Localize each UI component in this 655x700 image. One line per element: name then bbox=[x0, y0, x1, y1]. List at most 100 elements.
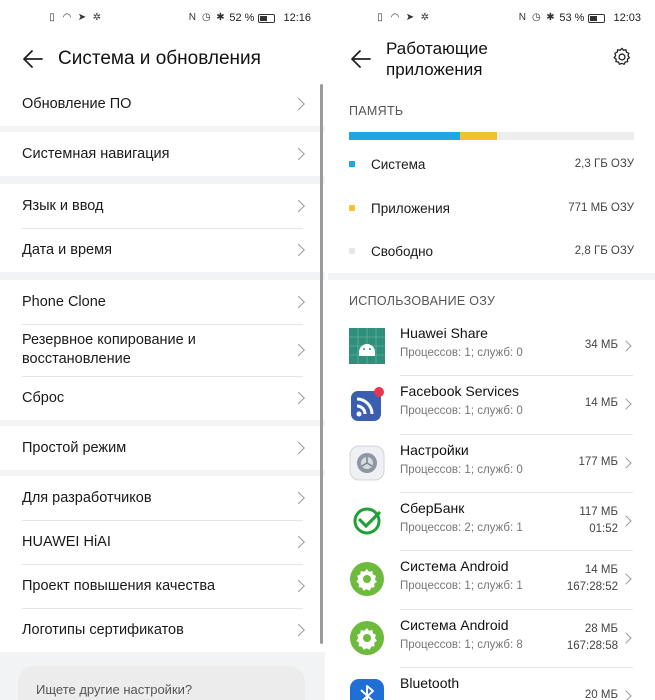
settings-item-label: Простой режим bbox=[22, 440, 127, 456]
running-app-row[interactable]: Huawei Share Процессов: 1; служб: 0 34 МБ bbox=[328, 317, 655, 375]
app-process-info: Процессов: 1; служб: 0 bbox=[400, 347, 523, 359]
bluetooth-status-icon: ✱ bbox=[216, 12, 225, 23]
telegram-icon: ➤ bbox=[77, 12, 87, 23]
settings-item[interactable]: Простой режим bbox=[0, 426, 325, 470]
running-app-row[interactable]: Facebook Services Процессов: 1; служб: 0 1… bbox=[328, 375, 655, 433]
telegram-icon: ➤ bbox=[405, 12, 415, 23]
settings-group: Язык и ввод Дата и время bbox=[0, 184, 325, 272]
running-app-row[interactable]: Настройки Процессов: 1; служб: 0 177 МБ bbox=[328, 433, 655, 492]
running-app-row[interactable]: Система Android Процессов: 1; служб: 8 28 … bbox=[328, 608, 655, 667]
memory-usage-bar bbox=[349, 132, 634, 140]
settings-item-label: Язык и ввод bbox=[22, 198, 104, 214]
memory-legend-value: 2,8 ГБ ОЗУ bbox=[574, 245, 634, 257]
status-bar: ▯ ◠ ➤ ✲ N ◷ ✱ 52 % 12:16 bbox=[0, 0, 325, 36]
app-memory-size: 28 МБ bbox=[584, 622, 618, 635]
settings-item[interactable]: Дата и время bbox=[0, 228, 325, 272]
settings-item[interactable]: Системная навигация bbox=[0, 132, 325, 176]
sim-icon: ▯ bbox=[377, 12, 383, 23]
search-hint: Ищете другие настройки? bbox=[36, 682, 193, 697]
chevron-right-icon bbox=[292, 97, 305, 111]
back-arrow-icon[interactable] bbox=[22, 48, 44, 70]
facebook-services-icon bbox=[349, 386, 385, 422]
memory-bar-segment bbox=[349, 132, 461, 140]
app-memory-size: 20 МБ bbox=[584, 688, 618, 700]
legend-dot bbox=[349, 248, 355, 254]
settings-item[interactable]: Резервное копирование и восстановление bbox=[0, 324, 325, 376]
settings-item[interactable]: Язык и ввод bbox=[0, 184, 325, 228]
settings-group: Обновление ПО bbox=[0, 82, 325, 126]
app-process-info: Процессов: 1; служб: 1 bbox=[400, 580, 523, 593]
back-arrow-icon[interactable] bbox=[350, 48, 372, 70]
bluetooth-status-icon: ✱ bbox=[546, 12, 555, 23]
settings-item-label: Обновление ПО bbox=[22, 96, 132, 112]
settings-item[interactable]: Проект повышения качества bbox=[0, 564, 325, 608]
app-name: Facebook Services bbox=[400, 383, 520, 400]
settings-item-label: Проект повышения качества bbox=[22, 578, 216, 594]
page-title: Работающие приложения bbox=[386, 38, 488, 80]
memory-legend-label: Система bbox=[371, 156, 426, 172]
android-system-icon bbox=[349, 561, 385, 597]
settings-item[interactable]: Сброс bbox=[0, 376, 325, 420]
app-process-info: Процессов: 1; служб: 0 bbox=[400, 463, 523, 476]
legend-dot bbox=[349, 205, 355, 211]
settings-app-icon bbox=[349, 445, 385, 481]
settings-group: Системная навигация bbox=[0, 132, 325, 176]
settings-item[interactable]: Для разработчиков bbox=[0, 476, 325, 520]
chevron-right-icon bbox=[292, 391, 305, 405]
row-divider bbox=[400, 550, 633, 552]
settings-item-label: Для разработчиков bbox=[22, 490, 152, 506]
app-process-info: Процессов: 2; служб: 1 bbox=[400, 521, 523, 534]
app-name: СберБанк bbox=[400, 499, 465, 516]
app-name: Настройки bbox=[400, 441, 469, 458]
settings-item[interactable]: Обновление ПО bbox=[0, 82, 325, 126]
settings-item-label: Логотипы сертификатов bbox=[22, 622, 184, 638]
scrollbar[interactable] bbox=[320, 84, 323, 644]
chevron-right-icon bbox=[292, 491, 305, 505]
app-run-time: 167:28:52 bbox=[566, 581, 618, 594]
settings-group: Простой режим bbox=[0, 426, 325, 470]
chevron-right-icon bbox=[292, 623, 305, 637]
running-app-row[interactable]: Система Android Процессов: 1; служб: 1 14 … bbox=[328, 550, 655, 608]
running-app-row[interactable]: СберБанк Процессов: 2; служб: 1 117 МБ 01:5… bbox=[328, 491, 655, 550]
alarm-icon: ◷ bbox=[532, 12, 541, 23]
app-bar: Работающие приложения bbox=[328, 36, 655, 88]
sim-icon: ▯ bbox=[49, 12, 55, 23]
search-suggestion-card[interactable]: Ищете другие настройки? bbox=[18, 666, 305, 700]
settings-item[interactable]: Phone Clone bbox=[0, 280, 325, 324]
chevron-right-icon bbox=[292, 441, 305, 455]
chevron-right-icon bbox=[292, 579, 305, 593]
memory-legend-row: Приложения 771 МБ ОЗУ bbox=[349, 198, 634, 218]
app-process-info: Процессов: 1; служб: 8 bbox=[400, 638, 523, 651]
app-memory-size: 117 МБ bbox=[579, 505, 618, 518]
chevron-right-icon bbox=[620, 340, 632, 352]
chevron-right-icon bbox=[620, 398, 632, 410]
app-memory-size: 14 МБ bbox=[584, 564, 618, 577]
app-memory-size: 177 МБ bbox=[578, 455, 618, 468]
app-name: Система Android bbox=[400, 616, 509, 633]
settings-group: Phone Clone Резервное копирование и восст… bbox=[0, 280, 325, 420]
memory-card: ПАМЯТЬ Система 2,3 ГБ ОЗУ Приложения 771 МБ… bbox=[328, 88, 655, 273]
memory-legend-row: Свободно 2,8 ГБ ОЗУ bbox=[349, 241, 634, 261]
gear-icon[interactable] bbox=[611, 46, 633, 68]
battery-icon bbox=[258, 13, 276, 23]
memory-bar-segment bbox=[460, 132, 498, 140]
running-app-row[interactable]: Bluetooth 20 МБ bbox=[328, 666, 655, 700]
chevron-right-icon bbox=[620, 631, 632, 644]
vpn-icon: ✲ bbox=[420, 12, 430, 23]
settings-item[interactable]: Логотипы сертификатов bbox=[0, 608, 325, 652]
status-bar: ▯ ◠ ➤ ✲ N ◷ ✱ 53 % 12:03 bbox=[328, 0, 655, 36]
settings-group: Для разработчиков HUAWEI HiAI Проект повыш… bbox=[0, 476, 325, 652]
row-divider bbox=[400, 666, 633, 668]
chevron-right-icon bbox=[292, 343, 305, 357]
memory-legend-value: 771 МБ ОЗУ bbox=[568, 202, 634, 214]
chevron-right-icon bbox=[620, 515, 632, 527]
sberbank-icon bbox=[349, 503, 385, 539]
clock: 12:16 bbox=[283, 12, 311, 24]
app-memory-size: 34 МБ bbox=[584, 339, 618, 351]
settings-item-label: Phone Clone bbox=[22, 294, 106, 310]
huawei-share-icon bbox=[349, 328, 385, 364]
settings-item[interactable]: HUAWEI HiAI bbox=[0, 520, 325, 564]
settings-item-label: Системная навигация bbox=[22, 146, 170, 162]
battery-icon bbox=[588, 13, 606, 23]
row-divider bbox=[400, 491, 633, 493]
